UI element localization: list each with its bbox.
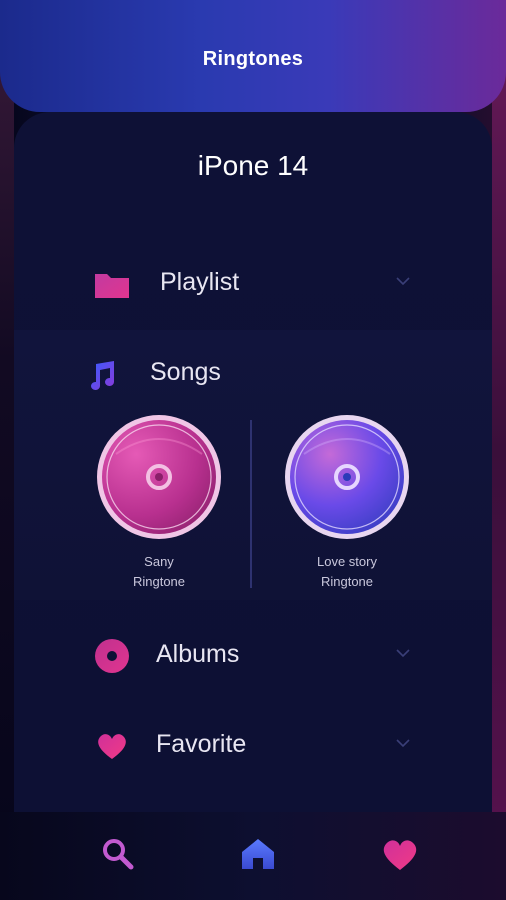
songs-label: Songs	[150, 358, 221, 386]
song-caption-2: Love story Ringtone	[284, 552, 410, 592]
disc-icon	[285, 415, 409, 539]
device-name: iPone 14	[197, 150, 309, 181]
menu-item-favorite[interactable]: Favorite	[14, 710, 492, 782]
left-edge	[0, 0, 14, 900]
song-caption-1: Sany Ringtone	[96, 552, 222, 592]
folder-icon	[95, 274, 129, 298]
playlist-label: Playlist	[160, 268, 240, 296]
song-subtitle: Ringtone	[132, 574, 186, 589]
favorite-label: Favorite	[156, 730, 247, 758]
song-title: Love story	[317, 554, 377, 569]
right-edge	[492, 0, 506, 900]
menu-item-albums[interactable]: Albums	[14, 620, 492, 692]
albums-label: Albums	[156, 640, 240, 668]
songs-divider	[250, 420, 252, 588]
music-note-icon	[91, 361, 114, 390]
header: Ringtones	[0, 0, 506, 112]
search-icon[interactable]	[100, 836, 136, 872]
disc-icon	[97, 415, 221, 539]
menu-item-playlist[interactable]: Playlist	[14, 248, 492, 320]
heart-icon[interactable]	[380, 836, 420, 872]
home-icon[interactable]	[240, 836, 276, 872]
chevron-down-icon[interactable]	[396, 736, 410, 750]
album-disc-icon	[95, 639, 129, 673]
chevron-down-icon[interactable]	[396, 646, 410, 660]
app-screen: Ringtones iPone 14 Playlist Songs Sany R…	[0, 0, 506, 900]
heart-icon	[98, 734, 126, 759]
app-title: Ringtones	[202, 48, 304, 70]
song-title: Sany	[144, 554, 174, 569]
song-subtitle: Ringtone	[320, 574, 374, 589]
chevron-down-icon[interactable]	[396, 274, 410, 288]
